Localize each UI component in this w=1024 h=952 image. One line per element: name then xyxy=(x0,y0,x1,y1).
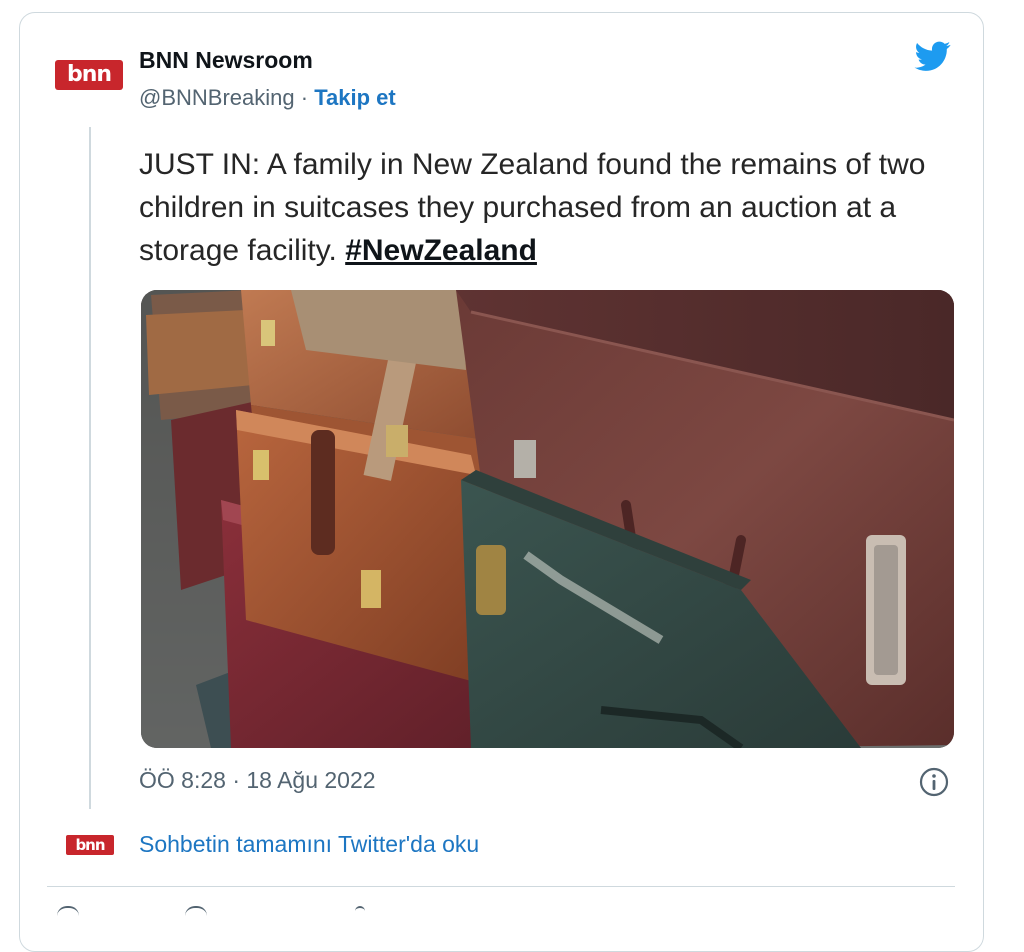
read-more-link[interactable]: Sohbetin tamamını Twitter'da oku xyxy=(139,831,479,858)
like-icon[interactable] xyxy=(57,906,79,918)
follow-link[interactable]: Takip et xyxy=(314,85,396,110)
meta-separator: · xyxy=(300,85,309,110)
reply-icon[interactable] xyxy=(185,906,207,918)
reply-avatar[interactable]: bnn xyxy=(66,835,114,855)
suitcases-photo xyxy=(141,290,954,748)
tweet-image[interactable] xyxy=(141,290,954,748)
tweet-text: JUST IN: A family in New Zealand found t… xyxy=(139,143,959,272)
twitter-bird-icon[interactable] xyxy=(912,38,954,74)
hashtag-link[interactable]: #NewZealand xyxy=(345,234,537,267)
author-name[interactable]: BNN Newsroom xyxy=(139,47,313,74)
divider xyxy=(47,886,955,887)
info-icon[interactable] xyxy=(918,766,950,798)
author-meta: @BNNBreaking · Takip et xyxy=(139,85,396,111)
thread-line xyxy=(89,127,91,809)
author-handle[interactable]: @BNNBreaking xyxy=(139,85,295,110)
bnn-logo-small: bnn xyxy=(66,835,114,855)
author-avatar[interactable]: bnn xyxy=(55,60,123,90)
share-icon[interactable] xyxy=(355,906,365,918)
bnn-logo: bnn xyxy=(55,60,123,90)
tweet-timestamp[interactable]: ÖÖ 8:28 · 18 Ağu 2022 xyxy=(139,767,376,794)
